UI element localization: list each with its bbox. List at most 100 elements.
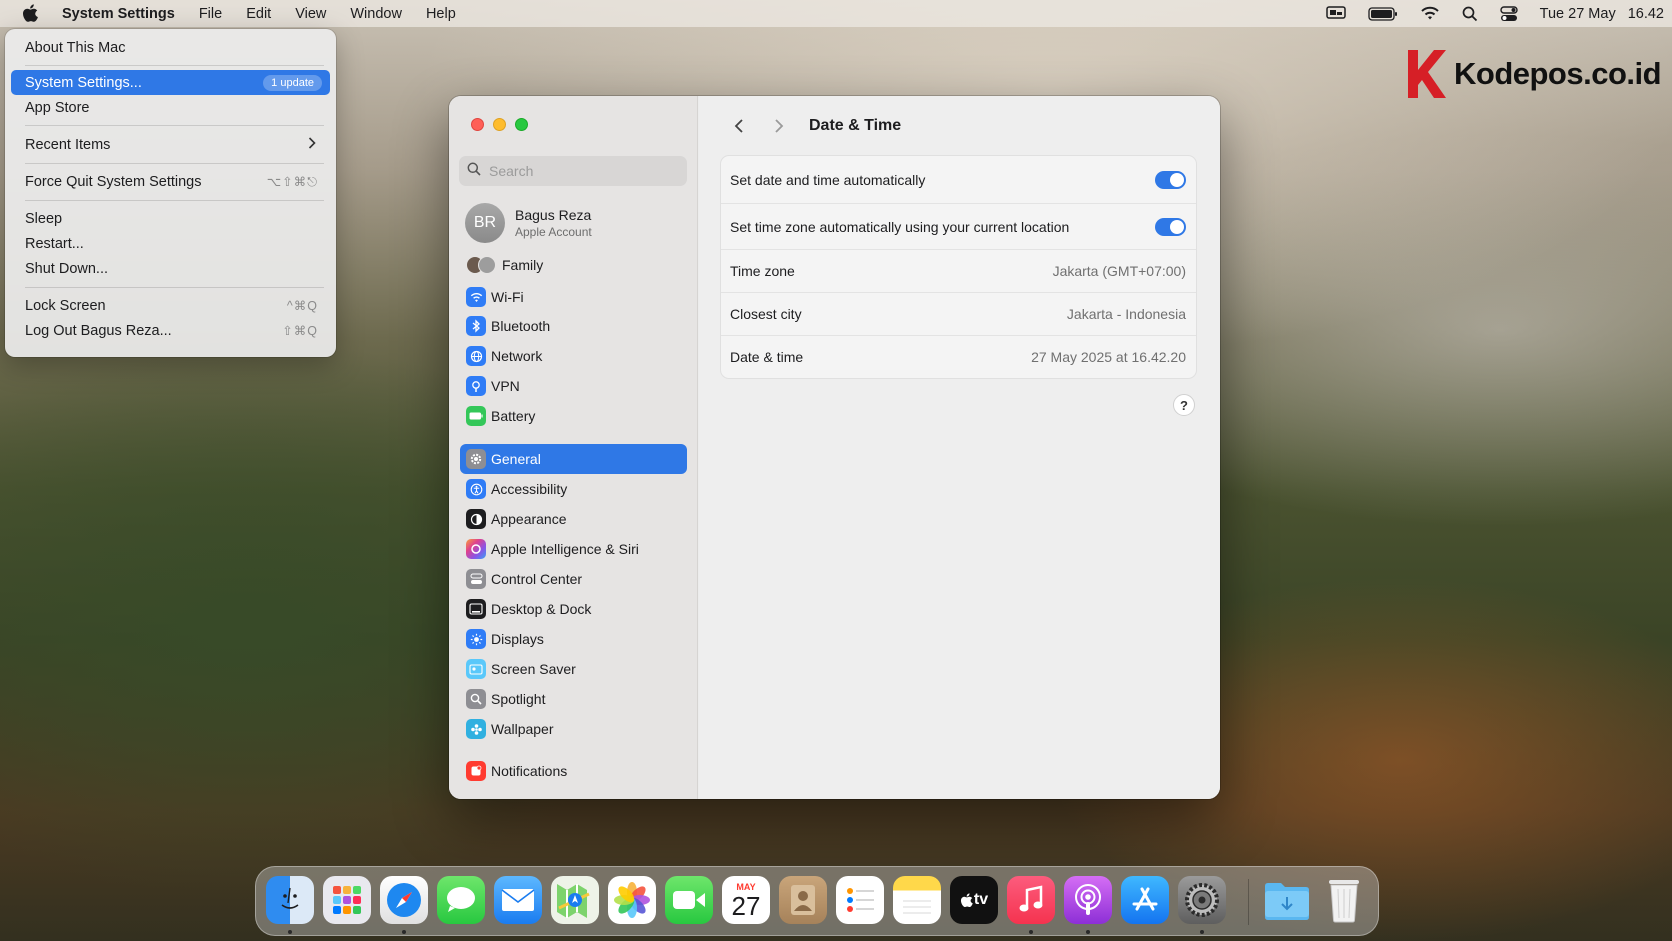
wifi-icon — [466, 287, 486, 307]
app-store-item[interactable]: App Store — [11, 95, 330, 120]
auto-timezone-toggle[interactable] — [1155, 217, 1186, 236]
shut-down-label: Shut Down... — [25, 260, 109, 277]
screen-mirroring-icon[interactable] — [1325, 6, 1346, 21]
sidebar-item-label: Displays — [491, 631, 544, 647]
auto-date-time-row: Set date and time automatically — [721, 156, 1196, 203]
sidebar-item-wallpaper[interactable]: Wallpaper — [460, 714, 687, 744]
sidebar-item-screen-saver[interactable]: Screen Saver — [460, 654, 687, 684]
closest-city-row: Closest city Jakarta - Indonesia — [721, 292, 1196, 335]
control-center-icon[interactable] — [1499, 5, 1518, 22]
restart-item[interactable]: Restart... — [11, 231, 330, 256]
sidebar-item-label: Network — [491, 348, 543, 364]
sidebar-item-wifi[interactable]: Wi-Fi — [460, 282, 687, 312]
close-button[interactable] — [471, 118, 484, 131]
sidebar-item-label: Control Center — [491, 571, 583, 587]
sidebar-item-control-center[interactable]: Control Center — [460, 564, 687, 594]
force-quit-shortcut: ⌥⇧⌘⎋ — [266, 174, 318, 189]
facetime-icon[interactable] — [665, 876, 713, 924]
sidebar-item-appearance[interactable]: Appearance — [460, 504, 687, 534]
downloads-folder-icon[interactable] — [1263, 876, 1311, 924]
menu-help[interactable]: Help — [426, 6, 456, 22]
menu-view[interactable]: View — [295, 6, 326, 22]
sidebar-item-bluetooth[interactable]: Bluetooth — [460, 311, 687, 341]
music-icon[interactable] — [1007, 876, 1055, 924]
page-title: Date & Time — [809, 117, 902, 134]
menu-file[interactable]: File — [199, 6, 222, 22]
dock: MAY 27 tv — [255, 866, 1379, 936]
spotlight-icon — [466, 689, 486, 709]
auto-date-time-toggle[interactable] — [1155, 170, 1186, 189]
apple-menu: About This Mac System Settings... 1 upda… — [5, 29, 336, 357]
calendar-day: 27 — [731, 891, 761, 921]
sidebar-item-network[interactable]: Network — [460, 341, 687, 371]
zoom-button[interactable] — [515, 118, 528, 131]
avatar: BR — [465, 203, 505, 243]
lock-screen-shortcut: ^⌘Q — [286, 299, 318, 313]
reminders-icon[interactable] — [836, 876, 884, 924]
contacts-icon[interactable] — [779, 876, 827, 924]
sidebar-item-general[interactable]: General — [460, 444, 687, 474]
running-indicator — [1086, 930, 1090, 934]
log-out-item[interactable]: Log Out Bagus Reza... ⇧⌘Q — [11, 318, 330, 343]
shut-down-item[interactable]: Shut Down... — [11, 256, 330, 281]
system-settings-label: System Settings... — [25, 74, 142, 91]
sidebar-item-displays[interactable]: Displays — [460, 624, 687, 654]
system-settings-icon[interactable] — [1178, 876, 1226, 924]
mail-icon[interactable] — [494, 876, 542, 924]
help-button[interactable]: ? — [1173, 394, 1195, 416]
sidebar-item-family[interactable]: Family — [460, 250, 687, 280]
forward-button[interactable] — [767, 114, 791, 138]
apple-logo-icon[interactable] — [20, 4, 40, 24]
sidebar-item-label: Apple Intelligence & Siri — [491, 541, 639, 557]
calendar-icon[interactable]: MAY 27 — [722, 876, 770, 924]
sleep-label: Sleep — [25, 210, 63, 227]
recent-items-item[interactable]: Recent Items — [11, 132, 330, 157]
date-time-value: 27 May 2025 at 16.42.20 — [1031, 349, 1186, 365]
apple-account-item[interactable]: BR Bagus Reza Apple Account — [465, 203, 592, 243]
wallpaper-icon — [466, 719, 486, 739]
row-label: Set date and time automatically — [730, 171, 926, 188]
finder-icon[interactable] — [266, 876, 314, 924]
safari-icon[interactable] — [380, 876, 428, 924]
sidebar-item-apple-intelligence[interactable]: Apple Intelligence & Siri — [460, 534, 687, 564]
menu-clock[interactable]: Tue 27 May 16.42 — [1540, 6, 1664, 22]
lock-screen-item[interactable]: Lock Screen ^⌘Q — [11, 293, 330, 318]
sidebar-item-spotlight[interactable]: Spotlight — [460, 684, 687, 714]
about-this-mac-item[interactable]: About This Mac — [11, 35, 330, 60]
trash-icon[interactable] — [1320, 876, 1368, 924]
sidebar-item-battery[interactable]: Battery — [460, 401, 687, 431]
apple-tv-icon[interactable]: tv — [950, 876, 998, 924]
launchpad-icon[interactable] — [323, 876, 371, 924]
search-icon[interactable] — [1462, 6, 1478, 22]
sidebar-item-label: Desktop & Dock — [491, 601, 592, 617]
sidebar-search[interactable] — [459, 156, 687, 186]
sleep-item[interactable]: Sleep — [11, 206, 330, 231]
menu-app-name[interactable]: System Settings — [62, 6, 175, 22]
sidebar-item-label: General — [491, 451, 541, 467]
system-settings-item[interactable]: System Settings... 1 update — [11, 70, 330, 95]
podcasts-icon[interactable] — [1064, 876, 1112, 924]
minimize-button[interactable] — [493, 118, 506, 131]
sidebar-item-desktop-dock[interactable]: Desktop & Dock — [460, 594, 687, 624]
sidebar-item-label: Wi-Fi — [491, 289, 524, 305]
app-store-icon[interactable] — [1121, 876, 1169, 924]
search-input[interactable] — [489, 163, 669, 179]
sidebar-item-label: Appearance — [491, 511, 567, 527]
sidebar-item-vpn[interactable]: VPN — [460, 371, 687, 401]
sidebar-item-notifications[interactable]: Notifications — [460, 756, 687, 786]
notes-icon[interactable] — [893, 876, 941, 924]
maps-icon[interactable] — [551, 876, 599, 924]
sidebar-item-label: Battery — [491, 408, 536, 424]
content-pane: Date & Time Set date and time automatica… — [699, 96, 1220, 799]
battery-icon[interactable] — [1368, 6, 1398, 21]
sidebar-item-accessibility[interactable]: Accessibility — [460, 474, 687, 504]
running-indicator — [1029, 930, 1033, 934]
date-time-row: Date & time 27 May 2025 at 16.42.20 — [721, 335, 1196, 378]
messages-icon[interactable] — [437, 876, 485, 924]
wifi-icon[interactable] — [1420, 6, 1440, 21]
force-quit-item[interactable]: Force Quit System Settings ⌥⇧⌘⎋ — [11, 169, 330, 194]
menu-window[interactable]: Window — [350, 6, 402, 22]
back-button[interactable] — [727, 114, 751, 138]
menu-edit[interactable]: Edit — [246, 6, 271, 22]
photos-icon[interactable] — [608, 876, 656, 924]
